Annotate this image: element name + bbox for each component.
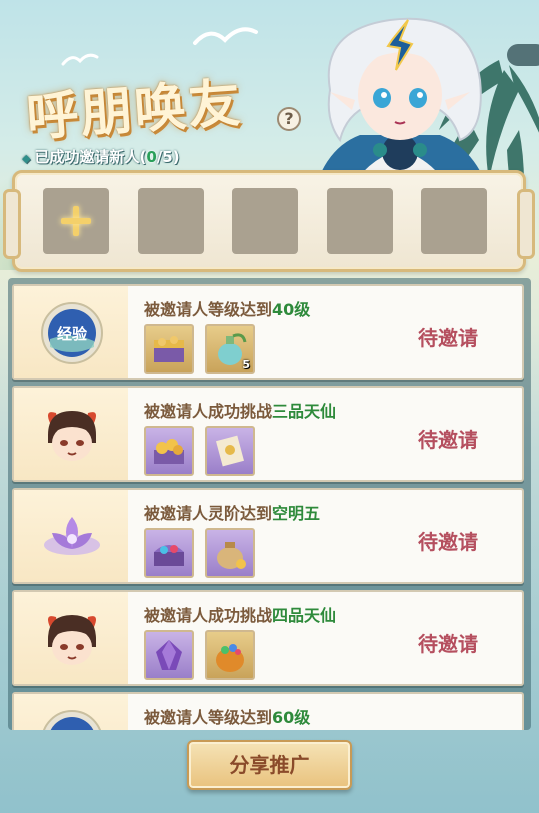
scroll-ticket-icon: [216, 435, 244, 467]
gold-chest-icon: [154, 439, 184, 464]
exp-medal-icon: [43, 710, 101, 730]
svg-text:经验: 经验: [57, 325, 88, 343]
exp-medal-icon: 经验: [41, 302, 103, 364]
task-row: 被邀请人成功挑战三品天仙 待邀请: [12, 386, 524, 482]
seagull-icon: [193, 27, 258, 45]
task-status: 待邀请: [418, 428, 478, 452]
purple-crystal-icon: [156, 640, 182, 670]
plus-icon: [61, 206, 91, 236]
invite-slot-add[interactable]: [43, 188, 109, 254]
invite-slot-empty: [138, 188, 204, 254]
reward-item[interactable]: [144, 324, 194, 374]
reward-item[interactable]: [205, 528, 255, 578]
task-condition: 被邀请人灵阶达到空明五: [144, 504, 321, 523]
invite-slots-panel: [3, 170, 535, 272]
reward-item[interactable]: [205, 630, 255, 680]
task-condition: 被邀请人成功挑战三品天仙: [144, 402, 337, 421]
invite-done-count: 0: [146, 148, 157, 166]
task-status: 待邀请: [418, 326, 478, 350]
reward-item[interactable]: [144, 528, 194, 578]
reward-quantity: 5: [242, 358, 250, 371]
treasure-chest-icon: [154, 336, 184, 362]
invite-progress-label: 已成功邀请新人: [34, 148, 140, 166]
task-row: 被邀请人成功挑战四品天仙 待邀请: [12, 590, 524, 686]
reward-item[interactable]: [144, 630, 194, 680]
jewel-chest-icon: [154, 545, 184, 566]
close-button[interactable]: [507, 44, 539, 66]
task-row: 经验 被邀请人等级达到40级 5 待邀请: [12, 284, 524, 380]
invite-task-list[interactable]: 经验 被邀请人等级达到40级 5 待邀请 被邀请人成功挑战三品天仙 待邀请 被邀…: [8, 278, 531, 730]
invite-total-count: 5: [162, 148, 173, 166]
task-status: 待邀请: [418, 530, 478, 554]
page-title: 呼朋唤友: [24, 72, 245, 149]
gem-sack-icon: [216, 644, 244, 672]
reward-item[interactable]: [144, 426, 194, 476]
purple-lotus-icon: [44, 517, 100, 555]
share-promote-button[interactable]: 分享推广: [187, 740, 352, 790]
invite-progress: ◆ 已成功邀请新人(0/5): [22, 148, 180, 166]
invite-slot-empty: [232, 188, 298, 254]
seagull-icon: [61, 53, 99, 66]
horned-boy-avatar-icon: [48, 615, 96, 665]
reward-item[interactable]: [205, 426, 255, 476]
task-condition: 被邀请人等级达到40级: [144, 300, 311, 319]
invite-slot-empty: [421, 188, 487, 254]
task-status: 待邀请: [418, 632, 478, 656]
diamond-bullet-icon: ◆: [22, 152, 31, 165]
task-row: 被邀请人等级达到60级: [12, 692, 524, 730]
invite-slot-empty: [327, 188, 393, 254]
coin-bag-icon: [217, 542, 246, 569]
task-row: 被邀请人灵阶达到空明五 待邀请: [12, 488, 524, 584]
task-condition: 被邀请人成功挑战四品天仙: [144, 606, 337, 625]
horned-boy-avatar-icon: [48, 411, 96, 461]
reward-item[interactable]: 5: [205, 324, 255, 374]
help-icon[interactable]: ?: [277, 107, 301, 131]
task-condition: 被邀请人等级达到60级: [144, 708, 311, 727]
